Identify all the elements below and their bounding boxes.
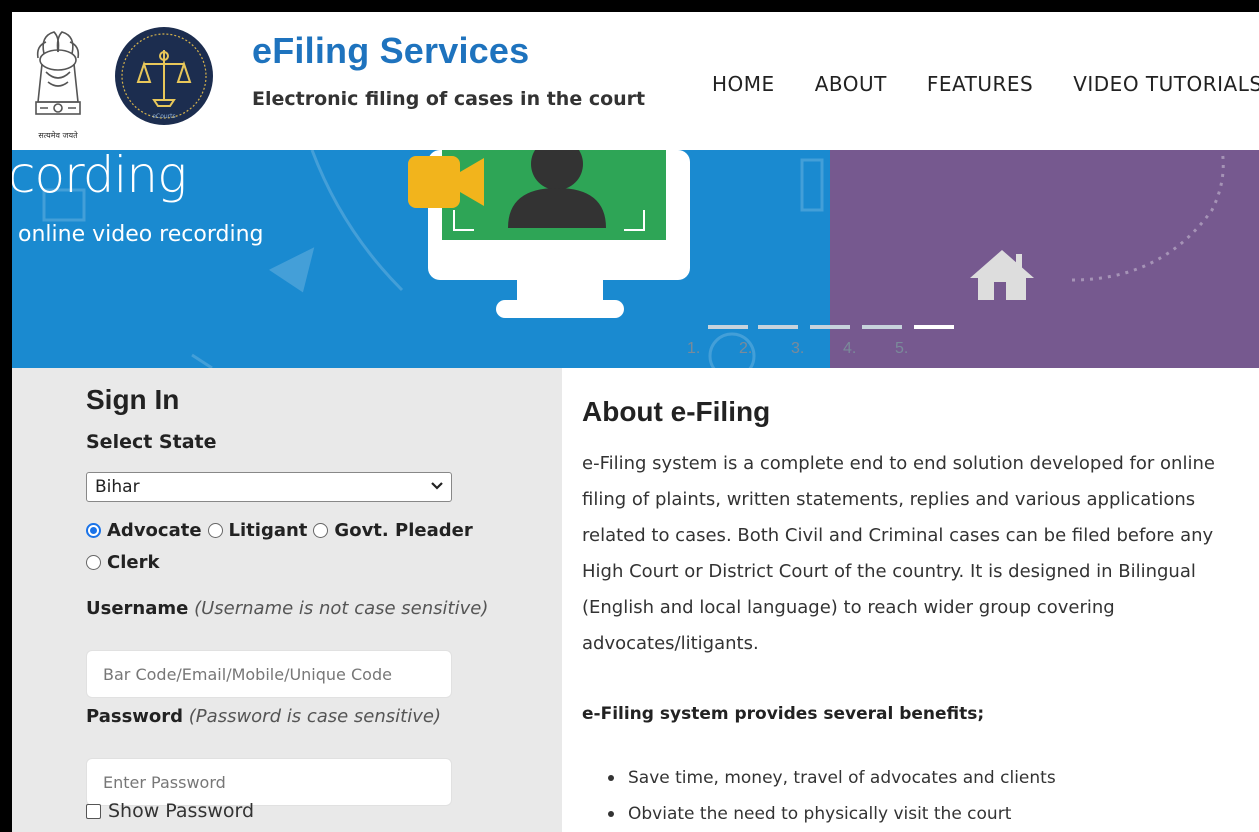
carousel-indicators: [708, 325, 954, 329]
state-select[interactable]: Bihar: [86, 472, 452, 502]
show-password-toggle[interactable]: Show Password: [86, 800, 254, 822]
banner-subheading: online video recording: [18, 222, 264, 247]
nav-features[interactable]: FEATURES: [927, 72, 1033, 96]
password-label-text: Password: [86, 706, 184, 727]
slide-number-5[interactable]: 5.: [895, 340, 908, 358]
show-password-label: Show Password: [108, 800, 255, 822]
nav-home[interactable]: HOME: [712, 72, 775, 96]
carousel-indicator-2: [758, 325, 798, 329]
select-state-label: Select State: [86, 431, 217, 453]
banner-illustration: [42, 150, 1225, 368]
slide-number-4[interactable]: 4.: [843, 340, 856, 358]
page-frame: सत्यमेव जयते eCourts eFiling Services El…: [12, 12, 1259, 832]
radio-litigant[interactable]: [207, 523, 223, 538]
role-clerk-label: Clerk: [107, 552, 160, 573]
carousel-indicator-1: [708, 325, 748, 329]
signin-panel: Sign In Select State Bihar Advocate Liti…: [12, 368, 562, 832]
list-item: Save time, money, travel of advocates an…: [606, 760, 1056, 796]
username-field[interactable]: [86, 650, 452, 698]
chevron-down-icon: [431, 482, 443, 490]
slide-number-3[interactable]: 3.: [791, 340, 804, 358]
banner-carousel: cording online video recording 1. 2. 3. …: [12, 150, 1259, 368]
carousel-indicator-4: [862, 325, 902, 329]
role-advocate[interactable]: Advocate: [86, 520, 202, 541]
benefits-title: e-Filing system provides several benefit…: [582, 704, 985, 724]
slide-number-1[interactable]: 1.: [687, 340, 700, 358]
username-label: Username (Username is not case sensitive…: [86, 598, 488, 619]
password-hint: (Password is case sensitive): [188, 706, 441, 727]
role-govt-pleader-label: Govt. Pleader: [334, 520, 473, 541]
role-govt-pleader[interactable]: Govt. Pleader: [313, 520, 473, 541]
brand-title: eFiling Services: [252, 30, 530, 71]
role-advocate-label: Advocate: [107, 520, 202, 541]
benefits-list: Save time, money, travel of advocates an…: [606, 760, 1056, 832]
role-clerk[interactable]: Clerk: [86, 552, 159, 573]
role-litigant-label: Litigant: [228, 520, 308, 541]
username-hint: (Username is not case sensitive): [194, 598, 489, 619]
radio-advocate[interactable]: [86, 523, 101, 538]
role-radio-group: Advocate Litigant Govt. Pleader: [86, 520, 479, 541]
role-litigant[interactable]: Litigant: [207, 520, 308, 541]
role-radio-group-row2: Clerk: [86, 552, 165, 573]
username-input[interactable]: [87, 651, 451, 697]
national-emblem-icon: सत्यमेव जयते: [35, 31, 81, 140]
ecourts-logo-icon: eCourts: [115, 27, 213, 125]
password-field[interactable]: [86, 758, 452, 806]
emblem-caption: सत्यमेव जयते: [38, 130, 78, 140]
carousel-indicator-5-active: [914, 325, 954, 329]
signin-title: Sign In: [86, 384, 180, 415]
home-icon: [970, 250, 1034, 300]
about-title: About e-Filing: [582, 396, 771, 427]
password-input[interactable]: [87, 759, 451, 805]
username-label-text: Username: [86, 598, 189, 619]
radio-clerk[interactable]: [86, 555, 101, 570]
site-header: सत्यमेव जयते eCourts eFiling Services El…: [12, 12, 1259, 150]
slide-number-2[interactable]: 2.: [739, 340, 752, 358]
banner-heading: cording: [12, 150, 187, 204]
svg-text:eCourts: eCourts: [152, 113, 175, 120]
main-nav: HOME ABOUT FEATURES VIDEO TUTORIALS: [712, 72, 1259, 96]
brand-tagline: Electronic filing of cases in the court: [252, 88, 646, 110]
nav-video-tutorials[interactable]: VIDEO TUTORIALS: [1073, 72, 1259, 96]
nav-about[interactable]: ABOUT: [815, 72, 887, 96]
carousel-indicator-3: [810, 325, 850, 329]
about-description: e-Filing system is a complete end to end…: [582, 453, 1215, 654]
list-item: Obviate the need to physically visit the…: [606, 796, 1056, 832]
show-password-checkbox[interactable]: [86, 803, 101, 819]
state-select-value: Bihar: [95, 477, 140, 497]
password-label: Password (Password is case sensitive): [86, 706, 441, 727]
radio-govt-pleader[interactable]: [313, 523, 329, 538]
